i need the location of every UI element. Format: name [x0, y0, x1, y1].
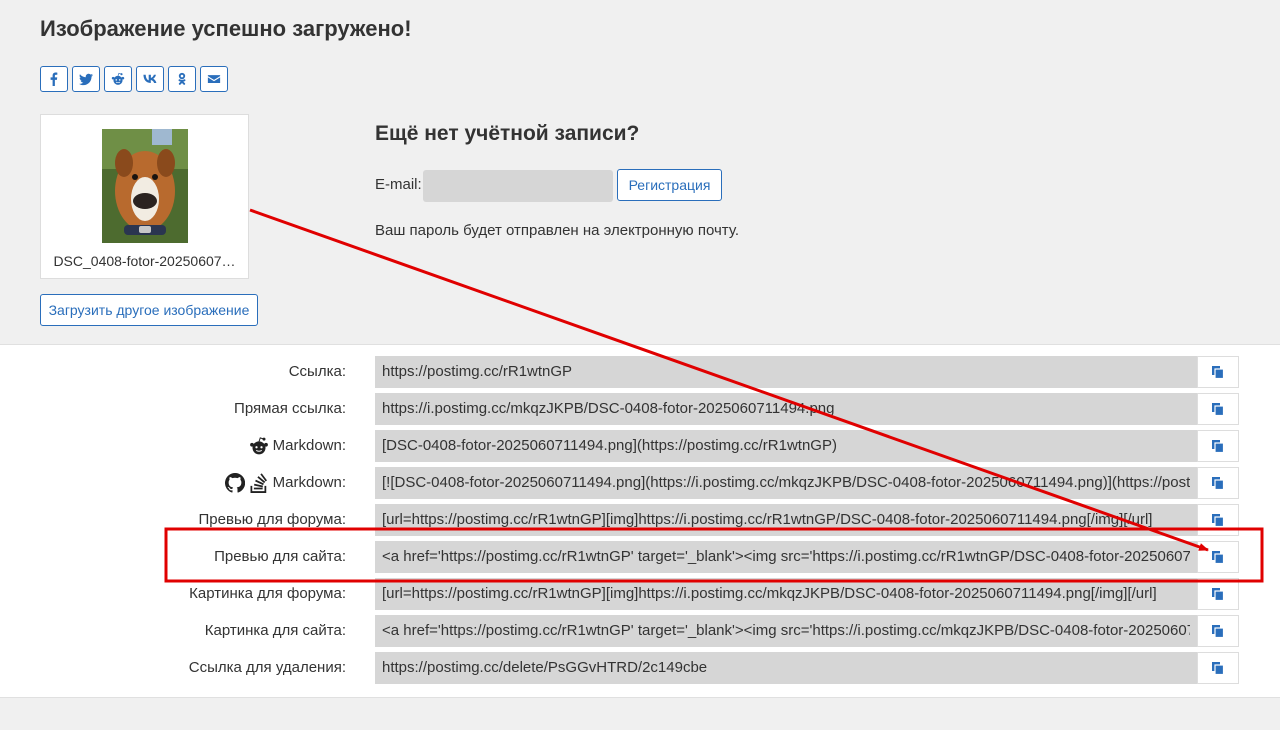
link-row: Ссылка:	[0, 356, 1280, 388]
copy-button[interactable]	[1197, 615, 1239, 647]
email-label: E-mail:	[375, 176, 422, 193]
reddit-icon	[111, 72, 125, 85]
share-facebook-button[interactable]	[40, 66, 68, 92]
copy-icon	[1212, 588, 1225, 601]
link-label: Markdown:	[249, 430, 346, 462]
link-value-field[interactable]	[375, 393, 1197, 425]
link-label: Ссылка для удаления:	[189, 652, 346, 684]
link-value-field[interactable]	[375, 430, 1197, 462]
link-value-field[interactable]	[375, 356, 1197, 388]
email-input[interactable]	[423, 170, 613, 202]
link-row: Markdown:	[0, 430, 1280, 462]
odnoklassniki-icon	[178, 72, 186, 85]
link-value-field[interactable]	[375, 504, 1197, 536]
uploaded-image-thumbnail	[102, 129, 188, 243]
reddit-icon	[249, 437, 268, 455]
link-row: Превью для форума:	[0, 504, 1280, 536]
copy-icon	[1212, 662, 1225, 675]
facebook-icon	[50, 72, 58, 86]
twitter-icon	[79, 73, 93, 86]
link-label: Превью для сайта:	[214, 541, 346, 573]
share-buttons	[40, 66, 228, 92]
link-label: Markdown:	[224, 467, 346, 499]
upload-result-panel: Изображение успешно загружено! DSC_0408-…	[0, 0, 1280, 344]
copy-button[interactable]	[1197, 652, 1239, 684]
register-button[interactable]: Регистрация	[617, 169, 722, 201]
link-label-text: Ссылка для удаления:	[188, 659, 346, 676]
link-label-text: Ссылка:	[288, 363, 346, 380]
link-value-field[interactable]	[375, 541, 1197, 573]
link-label: Ссылка:	[289, 356, 346, 388]
link-label-text: Картинка для сайта:	[204, 622, 346, 639]
upload-another-button[interactable]: Загрузить другое изображение	[40, 294, 258, 326]
link-label-text: Превью для форума:	[198, 511, 346, 528]
copy-button[interactable]	[1197, 430, 1239, 462]
link-row: Ссылка для удаления:	[0, 652, 1280, 684]
image-thumbnail-card[interactable]: DSC_0408-fotor-20250607…	[40, 114, 249, 279]
link-label-text: Прямая ссылка:	[234, 400, 346, 417]
copy-button[interactable]	[1197, 467, 1239, 499]
copy-icon	[1212, 477, 1225, 490]
link-label-text: Превью для сайта:	[214, 548, 346, 565]
page-title: Изображение успешно загружено!	[40, 16, 412, 41]
copy-button[interactable]	[1197, 393, 1239, 425]
link-value-field[interactable]	[375, 467, 1197, 499]
link-label: Картинка для форума:	[189, 578, 346, 610]
link-label-text: Картинка для форума:	[189, 585, 346, 602]
password-note: Ваш пароль будет отправлен на электронну…	[375, 222, 739, 239]
link-row: Картинка для сайта:	[0, 615, 1280, 647]
link-row-highlighted: Превью для сайта:	[0, 541, 1280, 573]
uploaded-filename: DSC_0408-fotor-20250607…	[53, 253, 236, 269]
copy-icon	[1212, 440, 1225, 453]
link-label: Превью для форума:	[199, 504, 346, 536]
copy-icon	[1212, 514, 1225, 527]
link-label-text: Markdown:	[272, 437, 346, 454]
link-row: Картинка для форума:	[0, 578, 1280, 610]
link-label: Картинка для сайта:	[205, 615, 346, 647]
copy-icon	[1212, 403, 1225, 416]
share-email-button[interactable]	[200, 66, 228, 92]
share-reddit-button[interactable]	[104, 66, 132, 92]
register-title: Ещё нет учётной записи?	[375, 122, 640, 145]
vk-icon	[143, 74, 157, 83]
share-twitter-button[interactable]	[72, 66, 100, 92]
link-value-field[interactable]	[375, 578, 1197, 610]
copy-icon	[1212, 625, 1225, 638]
share-vk-button[interactable]	[136, 66, 164, 92]
copy-button[interactable]	[1197, 541, 1239, 573]
github-icon	[224, 473, 245, 493]
stackoverflow-icon	[250, 473, 267, 493]
copy-icon	[1212, 366, 1225, 379]
copy-icon	[1212, 551, 1225, 564]
link-label: Прямая ссылка:	[234, 393, 346, 425]
link-value-field[interactable]	[375, 652, 1197, 684]
copy-button[interactable]	[1197, 578, 1239, 610]
copy-button[interactable]	[1197, 504, 1239, 536]
link-row: Прямая ссылка:	[0, 393, 1280, 425]
links-panel: Ссылка: Прямая ссылка: Markdown: Markdow…	[0, 344, 1280, 698]
share-odnoklassniki-button[interactable]	[168, 66, 196, 92]
link-row: Markdown:	[0, 467, 1280, 499]
link-label-text: Markdown:	[272, 474, 346, 491]
link-value-field[interactable]	[375, 615, 1197, 647]
email-icon	[207, 75, 221, 83]
copy-button[interactable]	[1197, 356, 1239, 388]
